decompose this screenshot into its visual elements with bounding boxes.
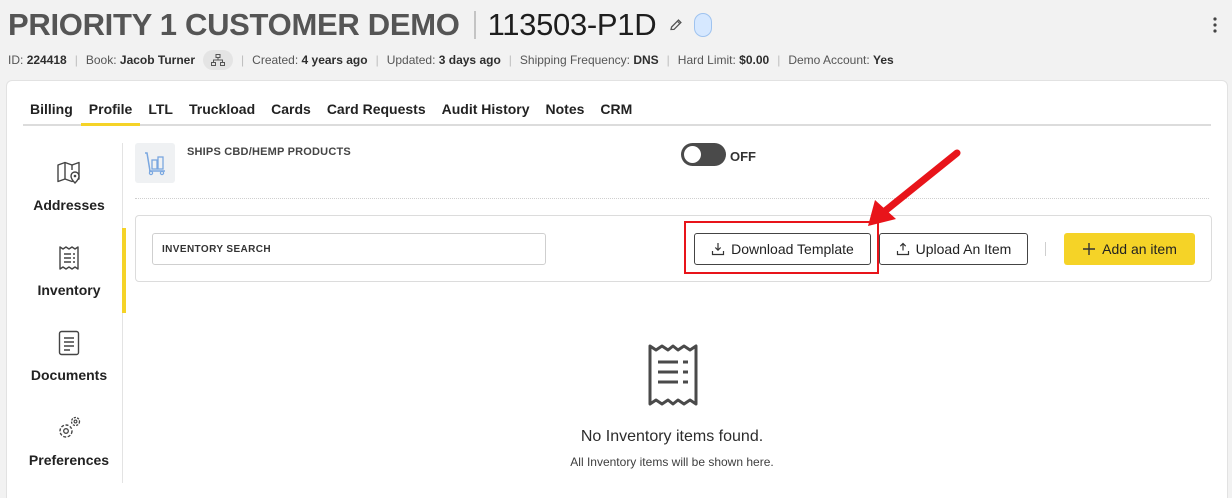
- account-code: 113503-P1D: [487, 7, 657, 42]
- title-row: PRIORITY 1 CUSTOMER DEMO 113503-P1D: [8, 6, 713, 44]
- tab-card-requests[interactable]: Card Requests: [327, 95, 426, 126]
- meta-shipping-frequency: Shipping Frequency: DNS: [519, 53, 659, 67]
- nav-item-documents[interactable]: Documents: [15, 313, 123, 398]
- empty-state-title: No Inventory items found.: [580, 428, 764, 445]
- plus-icon: [1083, 243, 1096, 255]
- add-item-button[interactable]: Add an item: [1064, 233, 1195, 265]
- meta-divider: |: [241, 53, 245, 67]
- meta-hard-limit: Hard Limit: $0.00: [677, 53, 770, 67]
- meta-divider: |: [375, 53, 379, 67]
- download-template-button[interactable]: Download Template: [694, 233, 871, 265]
- meta-book: Book: Jacob Turner: [85, 53, 196, 67]
- account-meta: ID: 224418 | Book: Jacob Turner | Create…: [8, 50, 894, 70]
- more-vertical-icon[interactable]: [1212, 16, 1218, 34]
- meta-divider: |: [666, 53, 670, 67]
- meta-created: Created: 4 years ago: [252, 53, 368, 67]
- meta-divider: |: [74, 53, 78, 67]
- hand-truck-icon: [135, 143, 175, 183]
- inventory-toolbar: Download Template Upload An Item Add an …: [135, 215, 1212, 282]
- receipt-icon: [59, 245, 79, 270]
- title-divider: [473, 11, 476, 39]
- nav-label-addresses: Addresses: [33, 196, 105, 213]
- tab-crm[interactable]: CRM: [600, 95, 632, 126]
- upload-icon: [896, 242, 909, 256]
- meta-updated: Updated: 3 days ago: [386, 53, 501, 67]
- map-pin-icon: [57, 161, 80, 184]
- tab-ltl[interactable]: LTL: [148, 95, 173, 126]
- download-icon: [712, 243, 725, 256]
- empty-state-subtitle: All Inventory items will be shown here.: [570, 455, 774, 469]
- empty-receipt-icon: [648, 344, 698, 406]
- add-item-label: Add an item: [1102, 241, 1177, 257]
- meta-divider: |: [508, 53, 512, 67]
- status-pill: [694, 13, 713, 37]
- cbd-setting-row: SHIPS CBD/HEMP PRODUCTS OFF: [135, 143, 1209, 199]
- tab-notes[interactable]: Notes: [546, 95, 585, 126]
- cbd-toggle-state: OFF: [730, 149, 756, 164]
- tab-cards[interactable]: Cards: [271, 95, 311, 126]
- nav-label-documents: Documents: [30, 366, 108, 383]
- inventory-search-input[interactable]: [152, 233, 546, 265]
- hierarchy-icon[interactable]: [203, 50, 234, 70]
- toolbar-divider: [1045, 242, 1046, 256]
- download-template-label: Download Template: [731, 241, 854, 257]
- meta-divider: |: [777, 53, 781, 67]
- account-header: PRIORITY 1 CUSTOMER DEMO 113503-P1D ID: …: [0, 0, 1232, 80]
- upload-item-button[interactable]: Upload An Item: [879, 233, 1028, 265]
- meta-demo-account: Demo Account: Yes: [788, 53, 894, 67]
- tab-audit-history[interactable]: Audit History: [442, 95, 530, 126]
- meta-id: ID: 224418: [8, 53, 67, 67]
- tab-bar: Billing Profile LTL Truckload Cards Card…: [23, 95, 1211, 126]
- account-name: PRIORITY 1 CUSTOMER DEMO: [8, 7, 460, 42]
- pencil-icon[interactable]: [668, 17, 684, 33]
- nav-item-addresses[interactable]: Addresses: [15, 143, 123, 228]
- upload-item-label: Upload An Item: [915, 241, 1012, 257]
- tab-truckload[interactable]: Truckload: [189, 95, 255, 126]
- tab-billing[interactable]: Billing: [30, 95, 73, 126]
- document-icon: [58, 330, 80, 355]
- nav-item-inventory[interactable]: Inventory: [15, 228, 126, 313]
- cbd-setting-label: SHIPS CBD/HEMP PRODUCTS: [187, 146, 351, 158]
- tab-profile[interactable]: Profile: [80, 95, 141, 126]
- cbd-toggle[interactable]: [681, 143, 726, 166]
- nav-label-inventory: Inventory: [37, 281, 101, 298]
